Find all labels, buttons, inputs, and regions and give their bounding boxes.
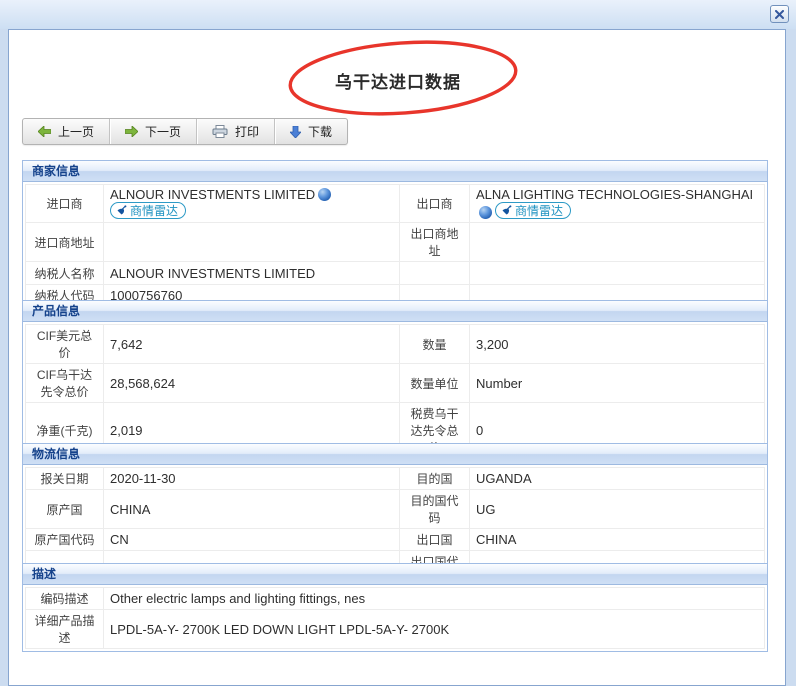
table-row: 纳税人名称 ALNOUR INVESTMENTS LIMITED xyxy=(26,262,765,285)
cif-ugx-value: 28,568,624 xyxy=(104,364,400,403)
exporter-address-label: 出口商地址 xyxy=(400,223,470,262)
page-title: 乌干达进口数据 xyxy=(0,68,796,93)
declare-date-value: 2020-11-30 xyxy=(104,468,400,490)
dest-country-label: 目的国 xyxy=(400,468,470,490)
section-title: 商家信息 xyxy=(23,161,767,182)
dest-code-label: 目的国代码 xyxy=(400,490,470,529)
hs-desc-value: Other electric lamps and lighting fittin… xyxy=(104,588,765,610)
table-row: CIF美元总价 7,642 数量 3,200 xyxy=(26,325,765,364)
download-label: 下载 xyxy=(308,123,332,140)
pager-toolbar: 上一页 下一页 打印 下载 xyxy=(22,118,348,145)
table-row: 详细产品描述 LPDL-5A-Y- 2700K LED DOWN LIGHT L… xyxy=(26,610,765,649)
export-country-value: CHINA xyxy=(470,529,765,551)
export-country-label: 出口国 xyxy=(400,529,470,551)
table-row: 编码描述 Other electric lamps and lighting f… xyxy=(26,588,765,610)
origin-country-label: 原产国 xyxy=(26,490,104,529)
section-title: 产品信息 xyxy=(23,301,767,322)
arrow-left-icon xyxy=(38,126,51,137)
table-row: 进口商地址 出口商地址 xyxy=(26,223,765,262)
declare-date-label: 报关日期 xyxy=(26,468,104,490)
table-row: 进口商 ALNOUR INVESTMENTS LIMITED商情雷达 出口商 A… xyxy=(26,185,765,223)
next-page-button[interactable]: 下一页 xyxy=(109,119,196,144)
quantity-value: 3,200 xyxy=(470,325,765,364)
download-button[interactable]: 下载 xyxy=(274,119,347,144)
dest-code-value: UG xyxy=(470,490,765,529)
cif-ugx-label: CIF乌干达先令总价 xyxy=(26,364,104,403)
origin-country-value: CHINA xyxy=(104,490,400,529)
print-button[interactable]: 打印 xyxy=(196,119,274,144)
product-desc-value: LPDL-5A-Y- 2700K LED DOWN LIGHT LPDL-5A-… xyxy=(104,610,765,649)
download-icon xyxy=(290,126,301,138)
importer-label: 进口商 xyxy=(26,185,104,223)
section-title: 描述 xyxy=(23,564,767,585)
cif-usd-label: CIF美元总价 xyxy=(26,325,104,364)
origin-code-label: 原产国代码 xyxy=(26,529,104,551)
next-page-label: 下一页 xyxy=(145,123,181,140)
printer-icon xyxy=(212,125,228,138)
exporter-value: ALNA LIGHTING TECHNOLOGIES-SHANGHAI商情雷达 xyxy=(470,185,765,223)
quantity-unit-label: 数量单位 xyxy=(400,364,470,403)
importer-address-value xyxy=(104,223,400,262)
arrow-right-icon xyxy=(125,126,138,137)
quantity-label: 数量 xyxy=(400,325,470,364)
exporter-label: 出口商 xyxy=(400,185,470,223)
product-desc-label: 详细产品描述 xyxy=(26,610,104,649)
globe-icon[interactable] xyxy=(479,206,492,219)
prev-page-button[interactable]: 上一页 xyxy=(23,119,109,144)
table-row: 原产国代码 CN 出口国 CHINA xyxy=(26,529,765,551)
hs-desc-label: 编码描述 xyxy=(26,588,104,610)
globe-icon[interactable] xyxy=(318,188,331,201)
section-title: 物流信息 xyxy=(23,444,767,465)
origin-code-value: CN xyxy=(104,529,400,551)
table-row: 报关日期 2020-11-30 目的国 UGANDA xyxy=(26,468,765,490)
window-titlebar xyxy=(0,0,796,29)
section-merchant-info: 商家信息 进口商 ALNOUR INVESTMENTS LIMITED商情雷达 … xyxy=(22,160,768,310)
importer-value: ALNOUR INVESTMENTS LIMITED商情雷达 xyxy=(104,185,400,223)
uganda-import-dialog: { "title": "乌干达进口数据", "toolbar": { "prev… xyxy=(0,0,796,686)
importer-address-label: 进口商地址 xyxy=(26,223,104,262)
satellite-icon xyxy=(116,205,127,216)
cif-usd-value: 7,642 xyxy=(104,325,400,364)
prev-page-label: 上一页 xyxy=(58,123,94,140)
table-row: 原产国 CHINA 目的国代码 UG xyxy=(26,490,765,529)
quantity-unit-value: Number xyxy=(470,364,765,403)
exporter-address-value xyxy=(470,223,765,262)
close-button[interactable] xyxy=(770,5,789,23)
business-radar-badge[interactable]: 商情雷达 xyxy=(495,202,571,219)
business-radar-badge[interactable]: 商情雷达 xyxy=(110,202,186,219)
section-description: 描述 编码描述 Other electric lamps and lightin… xyxy=(22,563,768,652)
table-row: CIF乌干达先令总价 28,568,624 数量单位 Number xyxy=(26,364,765,403)
taxpayer-name-value: ALNOUR INVESTMENTS LIMITED xyxy=(104,262,400,285)
print-label: 打印 xyxy=(235,123,259,140)
satellite-icon xyxy=(501,205,512,216)
taxpayer-name-label: 纳税人名称 xyxy=(26,262,104,285)
close-icon xyxy=(775,10,784,19)
dest-country-value: UGANDA xyxy=(470,468,765,490)
